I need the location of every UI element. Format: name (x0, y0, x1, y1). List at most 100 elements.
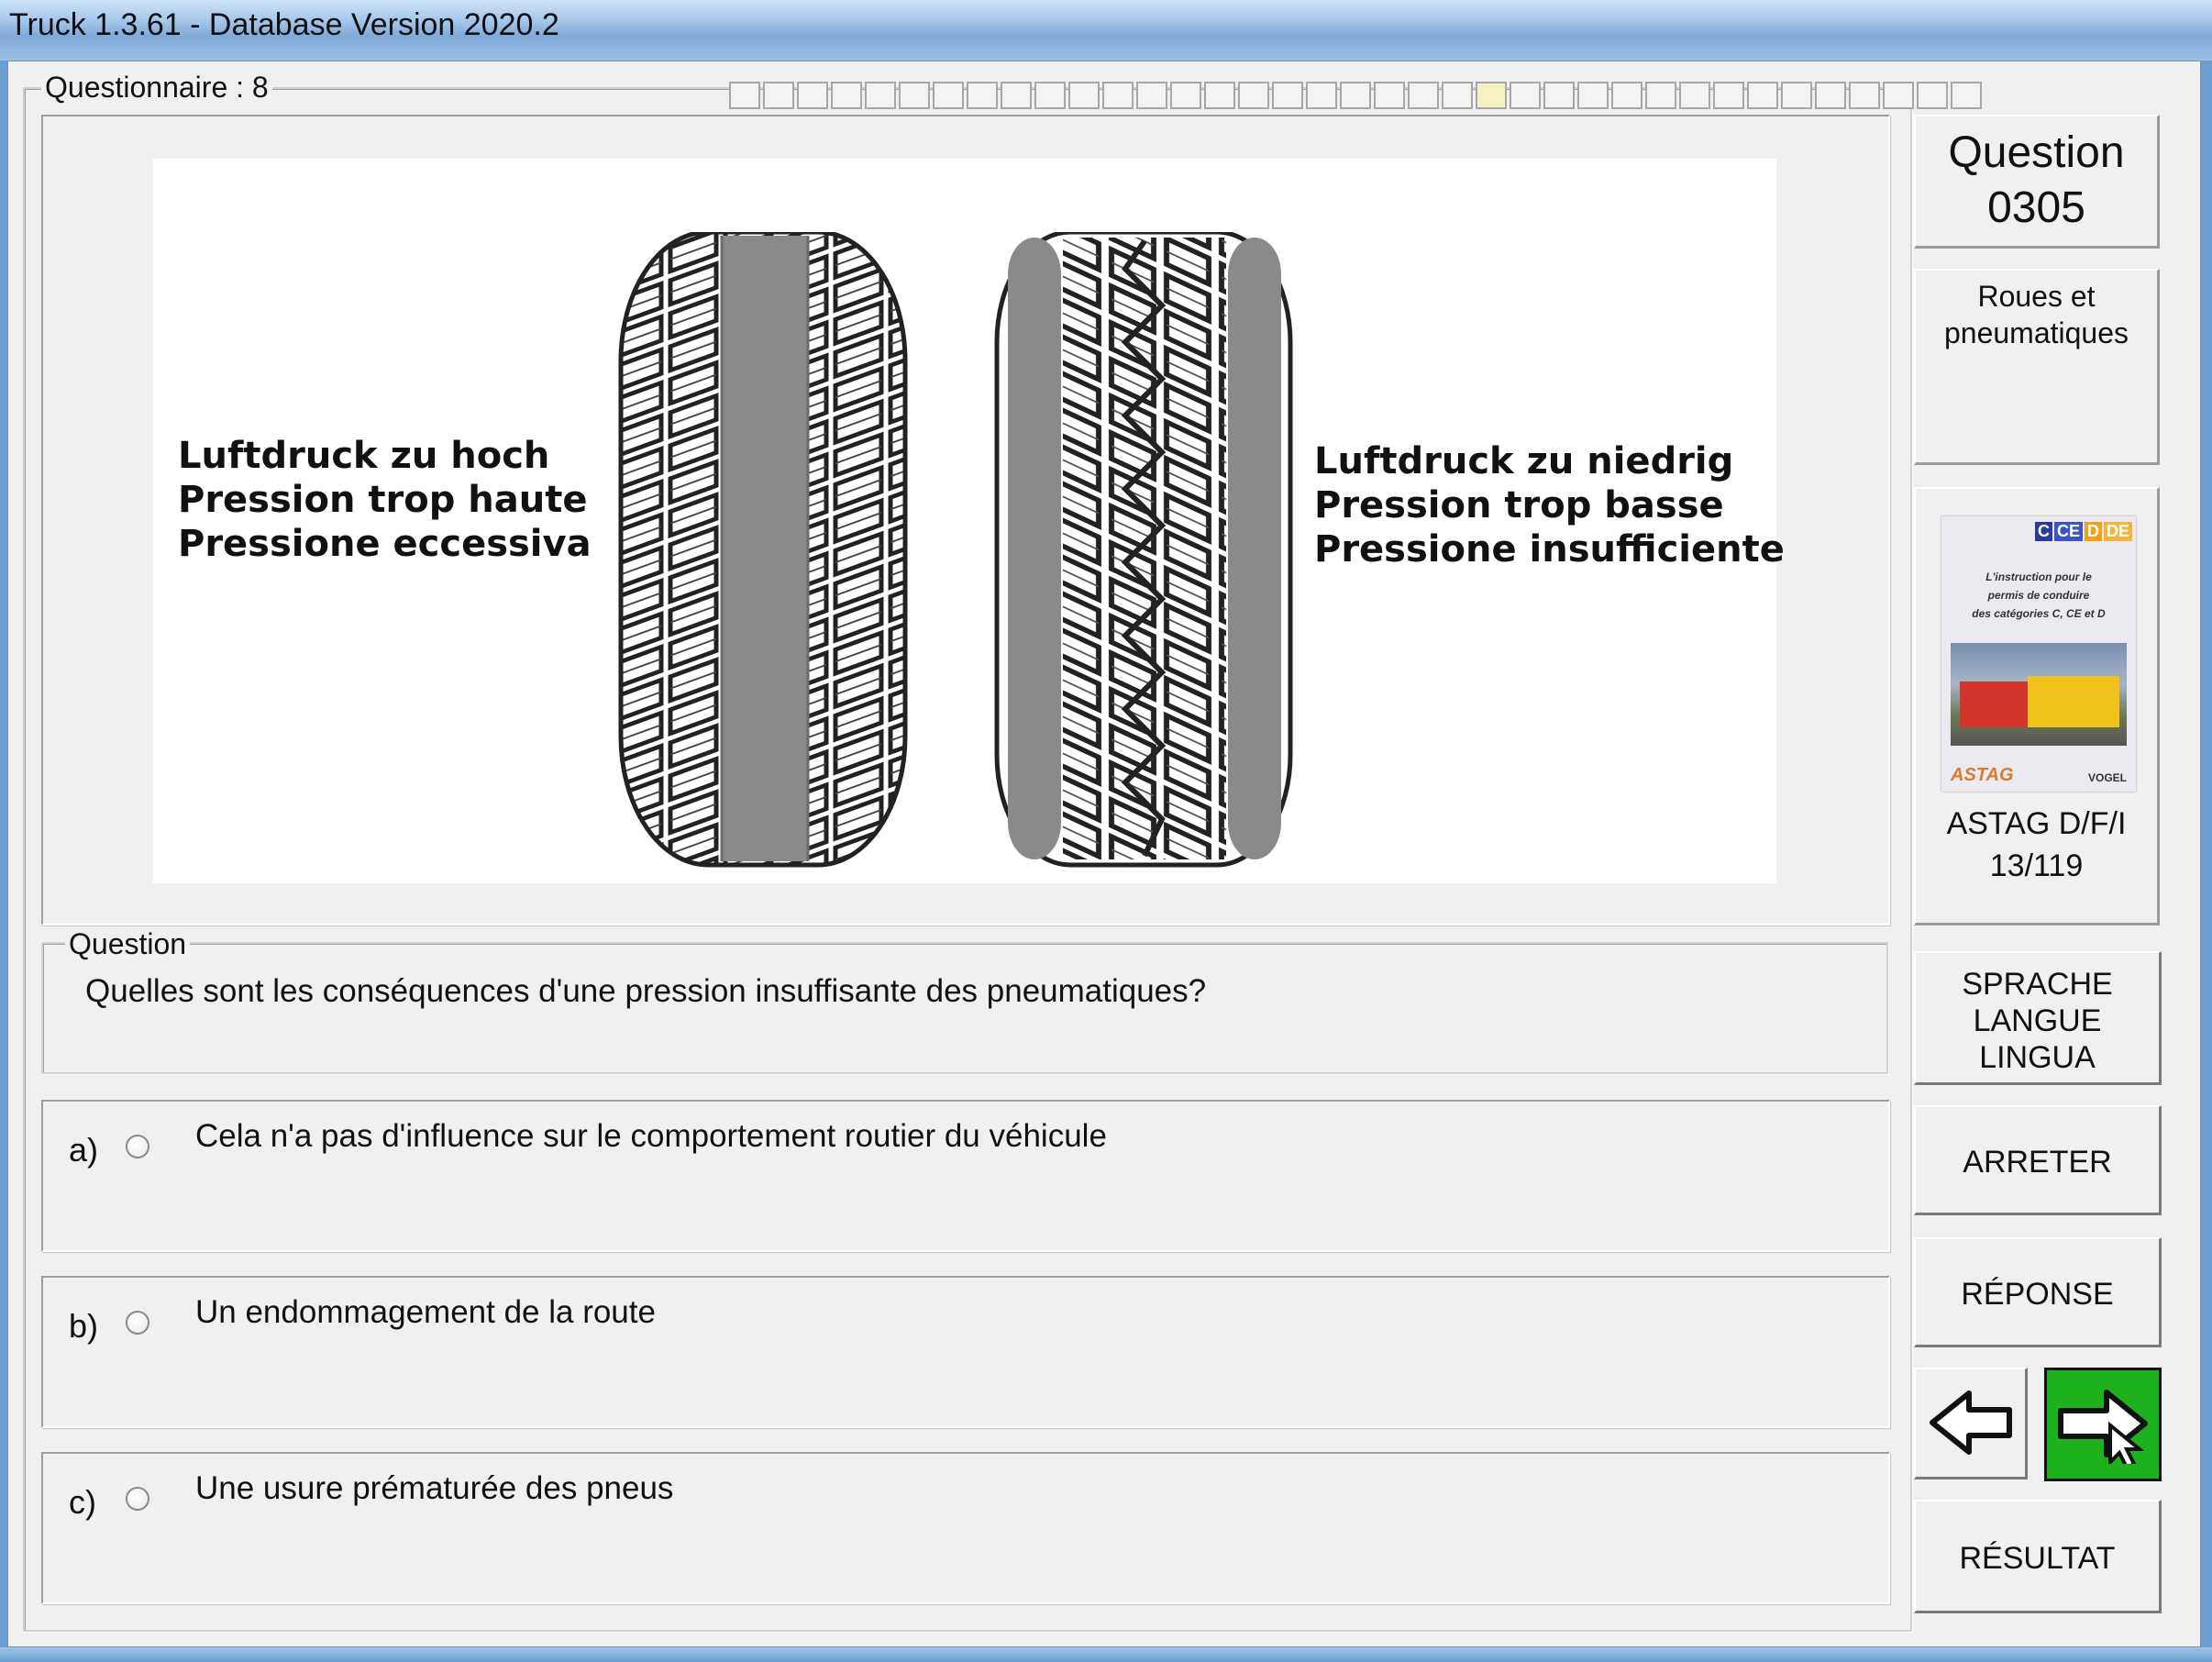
badge-de: DE (2103, 522, 2132, 541)
language-line2: LANGUE (1973, 1003, 2102, 1038)
source-line2: 13/119 (1989, 848, 2084, 883)
low-pressure-label-de: Luftdruck zu niedrig (1314, 440, 1734, 482)
badge-ce: CE (2053, 522, 2083, 541)
language-line1: SPRACHE (1962, 967, 2113, 1002)
book-cover: C CE D DE L'instruction pour le permis d… (1941, 516, 2136, 792)
progress-segment (1204, 82, 1235, 109)
result-button[interactable]: RÉSULTAT (1914, 1500, 2162, 1613)
answer-b-panel[interactable]: b) Un endommagement de la route (41, 1276, 1890, 1428)
progress-segment (967, 82, 998, 109)
progress-segment (1340, 82, 1371, 109)
high-pressure-label-it: Pressione eccessiva (178, 523, 592, 565)
book-text-line1: L'instruction pour le (1985, 571, 2092, 583)
low-pressure-label-it: Pressione insufficiente (1314, 528, 1785, 571)
category-line2: pneumatiques (1943, 316, 2129, 349)
answer-b-radio[interactable] (126, 1311, 149, 1335)
question-legend: Question (65, 927, 191, 961)
high-pressure-label: Luftdruck zu hoch Pression trop haute Pr… (178, 434, 592, 566)
answer-button[interactable]: RÉPONSE (1914, 1237, 2162, 1347)
progress-segment (797, 82, 828, 109)
book-text-line2: permis de conduire (1987, 589, 2090, 602)
answer-b-text: Un endommagement de la route (195, 1294, 656, 1330)
arrow-right-icon (2058, 1390, 2148, 1470)
progress-segment (1815, 82, 1846, 109)
result-button-label: RÉSULTAT (1959, 1541, 2116, 1576)
questionnaire-label: Questionnaire : 8 (41, 71, 272, 105)
progress-segment (1476, 82, 1507, 109)
progress-segment (831, 82, 862, 109)
progress-segment (899, 82, 930, 109)
book-badges: C CE D DE (2034, 522, 2132, 541)
question-number-box: Question 0305 (1914, 115, 2160, 249)
truck-shape (1960, 681, 2033, 727)
progress-segment (1577, 82, 1609, 109)
answer-c-text: Une usure prématurée des pneus (195, 1470, 674, 1506)
progress-segment (1170, 82, 1201, 109)
question-number-label: Question (1948, 128, 2125, 177)
answer-c-panel[interactable]: c) Une usure prématurée des pneus (41, 1452, 1890, 1604)
progress-segment (1951, 82, 1982, 109)
progress-indicator (729, 69, 1985, 115)
badge-c: C (2034, 522, 2052, 541)
image-panel: Luftdruck zu hoch Pression trop haute Pr… (41, 115, 1890, 925)
answer-button-label: RÉPONSE (1961, 1277, 2114, 1312)
high-pressure-label-de: Luftdruck zu hoch (178, 435, 550, 477)
progress-segment (933, 82, 964, 109)
left-tire (618, 232, 908, 868)
book-text-line3: des catégories C, CE et D (1972, 607, 2106, 620)
low-pressure-label: Luftdruck zu niedrig Pression trop basse… (1314, 439, 1785, 571)
source-text: ASTAG D/F/I 13/119 (1916, 803, 2157, 887)
progress-segment (1306, 82, 1337, 109)
progress-segment (1543, 82, 1575, 109)
progress-segment (763, 82, 794, 109)
question-text: Quelles sont les conséquences d'une pres… (85, 973, 1207, 1009)
category-line1: Roues et (1977, 280, 2096, 313)
progress-segment (1510, 82, 1541, 109)
badge-d: D (2084, 522, 2102, 541)
category-box: Roues et pneumatiques (1914, 269, 2160, 465)
answer-a-radio[interactable] (126, 1135, 149, 1158)
answer-c-radio[interactable] (126, 1487, 149, 1511)
progress-segment (1442, 82, 1473, 109)
progress-segment (1272, 82, 1303, 109)
stop-button-label: ARRETER (1963, 1145, 2112, 1180)
source-box: C CE D DE L'instruction pour le permis d… (1914, 487, 2160, 925)
low-pressure-label-fr: Pression trop basse (1314, 484, 1724, 526)
language-line3: LINGUA (1979, 1040, 2096, 1075)
progress-segment (1679, 82, 1710, 109)
right-tire (994, 232, 1293, 868)
answer-a-panel[interactable]: a) Cela n'a pas d'influence sur le compo… (41, 1100, 1890, 1252)
book-photo (1951, 643, 2127, 746)
progress-segment (1238, 82, 1269, 109)
progress-segment (1408, 82, 1439, 109)
progress-segment (1136, 82, 1167, 109)
progress-segment (1883, 82, 1914, 109)
source-line1: ASTAG D/F/I (1946, 806, 2127, 841)
progress-segment (1611, 82, 1642, 109)
answer-a-letter: a) (69, 1131, 99, 1169)
book-logo-left: ASTAG (1951, 765, 2014, 785)
language-button[interactable]: SPRACHE LANGUE LINGUA (1914, 951, 2162, 1085)
progress-segment (1645, 82, 1676, 109)
progress-segment (1034, 82, 1066, 109)
answer-c-letter: c) (69, 1483, 96, 1521)
arrow-left-icon (1929, 1391, 2012, 1455)
progress-segment (1102, 82, 1134, 109)
book-logo-right: VOGEL (2087, 771, 2127, 784)
question-image: Luftdruck zu hoch Pression trop haute Pr… (153, 159, 1785, 883)
progress-segment (1068, 82, 1100, 109)
answer-a-text: Cela n'a pas d'influence sur le comporte… (195, 1118, 1107, 1154)
progress-segment (1917, 82, 1948, 109)
previous-button[interactable] (1914, 1368, 2028, 1479)
progress-segment (865, 82, 896, 109)
stop-button[interactable]: ARRETER (1914, 1105, 2162, 1215)
window-title: Truck 1.3.61 - Database Version 2020.2 (9, 7, 559, 42)
progress-segment (1001, 82, 1032, 109)
next-button[interactable] (2044, 1368, 2162, 1481)
progress-segment (1747, 82, 1778, 109)
progress-segment (1374, 82, 1405, 109)
question-number: 0305 (1987, 183, 2085, 232)
bus-shape (2028, 676, 2119, 727)
tire-illustration (618, 232, 1293, 868)
progress-segment (1713, 82, 1744, 109)
